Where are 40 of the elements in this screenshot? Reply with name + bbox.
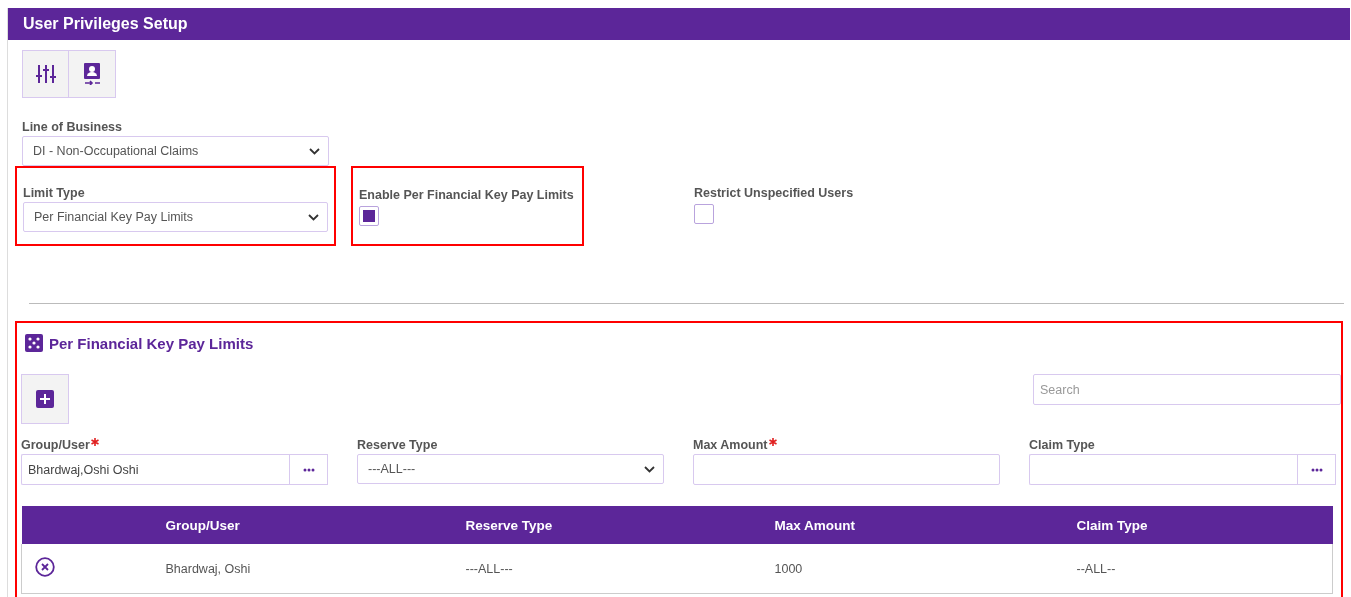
table-cell: --ALL-- <box>1076 561 1116 576</box>
window-title: User Privileges Setup <box>8 8 1350 40</box>
field-label: Claim Type <box>1029 438 1095 452</box>
field-label: Max Amount <box>693 438 768 452</box>
field-label: Enable Per Financial Key Pay Limits <box>359 188 574 202</box>
id-card-icon <box>83 63 101 85</box>
dropdown[interactable]: ---ALL--- <box>357 454 664 484</box>
more-icon <box>302 467 315 472</box>
column-header: Group/User <box>165 517 240 533</box>
input-field[interactable] <box>693 454 1000 485</box>
chevron-down-icon <box>308 213 319 221</box>
field-label: Reserve Type <box>357 438 438 452</box>
sliders-icon <box>35 64 56 84</box>
dropdown[interactable]: DI - Non-Occupational Claims <box>22 136 329 166</box>
search-field[interactable]: Search <box>1033 374 1341 405</box>
more-icon <box>1310 467 1323 472</box>
column-header: Max Amount <box>774 517 855 533</box>
table-cell: Bhardwaj, Oshi <box>165 561 251 576</box>
dice-icon <box>25 334 43 352</box>
checkbox[interactable] <box>694 204 714 224</box>
add-button[interactable] <box>21 374 69 424</box>
field-label: Limit Type <box>23 186 85 200</box>
chevron-down-icon <box>644 465 655 473</box>
column-header: Claim Type <box>1076 517 1148 533</box>
field-label: Line of Business <box>22 120 123 134</box>
field-label: Group/User <box>21 438 90 452</box>
input-field[interactable] <box>1029 454 1297 485</box>
profile-button[interactable] <box>69 50 116 98</box>
column-header: Reserve Type <box>465 517 553 533</box>
plus-icon <box>36 390 54 408</box>
remove-icon[interactable] <box>35 557 55 577</box>
field-label: Restrict Unspecified Users <box>694 186 854 200</box>
section-title: Per Financial Key Pay Limits <box>49 334 254 352</box>
input-field[interactable]: Bhardwaj,Oshi Oshi <box>21 454 289 485</box>
chevron-down-icon <box>309 147 320 155</box>
filter-button[interactable] <box>22 50 69 98</box>
table-cell: ---ALL--- <box>465 561 513 576</box>
checkbox[interactable] <box>359 206 379 226</box>
table-cell: 1000 <box>774 561 803 576</box>
dropdown[interactable]: Per Financial Key Pay Limits <box>23 202 328 232</box>
